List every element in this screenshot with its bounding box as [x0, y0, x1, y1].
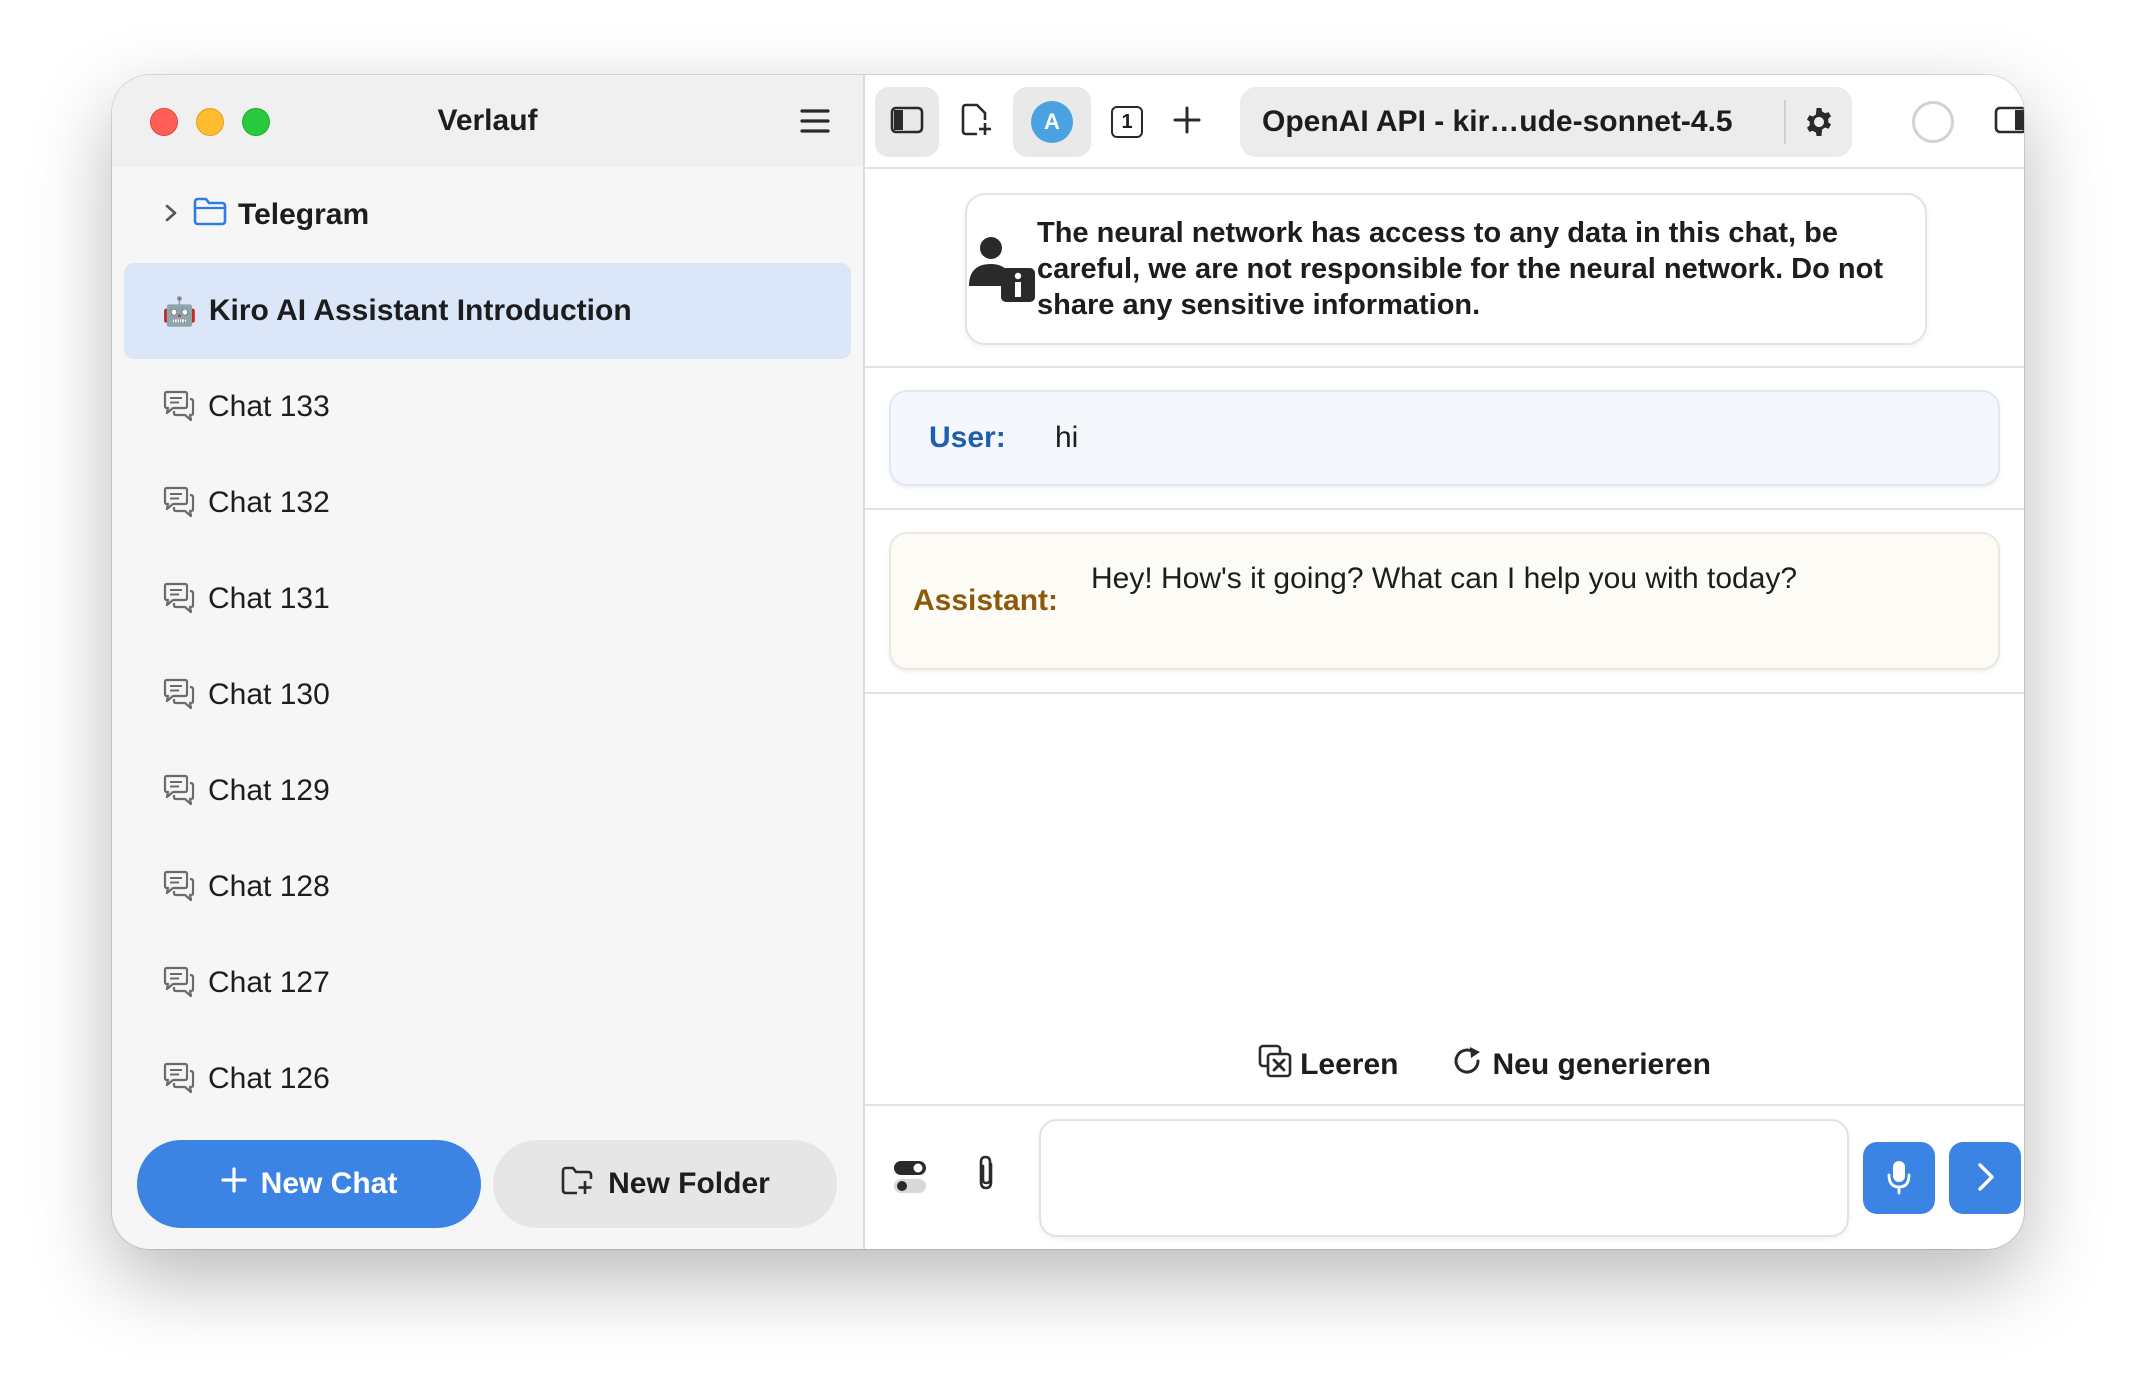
clear-label: Leeren [1300, 1048, 1399, 1081]
add-tab-button[interactable] [1161, 87, 1213, 157]
microphone-button[interactable] [1863, 1142, 1935, 1214]
chat-item-label: Kiro AI Assistant Introduction [208, 294, 632, 327]
model-selector[interactable]: OpenAI API - kir…ude-sonnet-4.5 [1240, 87, 1852, 157]
toggle-right-panel-button[interactable] [1981, 87, 2024, 157]
document-plus-icon [960, 103, 992, 142]
assistant-message-text: Hey! How's it going? What can I help you… [1091, 562, 1798, 595]
user-info-icon [967, 234, 1037, 304]
assistant-message-area: Assistant: Hey! How's it going? What can… [865, 532, 2024, 694]
toggle-switch-icon[interactable] [893, 1160, 927, 1199]
clear-button[interactable]: Leeren [1258, 1044, 1398, 1086]
chat-item[interactable]: Chat 132 [124, 455, 851, 551]
gear-icon[interactable] [1786, 87, 1852, 157]
app-window: Verlauf Telegram 🤖 Kiro AI Assistant Int… [112, 75, 2024, 1249]
chat-item-label: Chat 131 [208, 582, 330, 615]
message-actions: Leeren Neu generieren [865, 1035, 2024, 1095]
folder-telegram[interactable]: Telegram [124, 167, 851, 263]
chat-item-label: Chat 129 [208, 774, 330, 807]
chat-item[interactable]: Chat 131 [124, 551, 851, 647]
toggle-sidebar-button[interactable] [875, 87, 939, 157]
message-input[interactable] [1039, 1119, 1849, 1237]
sidebar-header: Verlauf [112, 75, 863, 167]
clear-icon [1258, 1044, 1292, 1086]
chat-item-label: Chat 130 [208, 678, 330, 711]
chat-bubbles-icon [162, 774, 196, 808]
assistant-message: Assistant: Hey! How's it going? What can… [889, 532, 2000, 670]
chat-bubbles-icon [162, 582, 196, 616]
robot-icon: 🤖 [162, 294, 197, 328]
chat-item[interactable]: Chat 126 [124, 1031, 851, 1127]
folder-name: Telegram [238, 198, 370, 231]
new-chat-label: New Chat [260, 1167, 398, 1200]
folder-icon [192, 196, 228, 234]
regenerate-label: Neu generieren [1492, 1048, 1711, 1081]
chat-bubbles-icon [162, 390, 196, 424]
status-circle-icon [1912, 101, 1954, 143]
send-button[interactable] [1949, 1142, 2021, 1214]
numbered-square-icon: 1 [1111, 106, 1143, 138]
tab-count: 1 [1121, 110, 1133, 133]
chat-item[interactable]: Chat 133 [124, 359, 851, 455]
chat-bubbles-icon [162, 1062, 196, 1096]
chat-item-label: Chat 126 [208, 1062, 330, 1095]
sidebar-left-icon [890, 106, 924, 139]
sidebar-right-icon [1994, 106, 2024, 139]
user-message-area: User: hi [865, 390, 2024, 510]
notice-text: The neural network has access to any dat… [1037, 217, 1883, 321]
sidebar: Verlauf Telegram 🤖 Kiro AI Assistant Int… [112, 75, 865, 1249]
sidebar-footer: New Chat New Folder [112, 1119, 863, 1249]
chat-item-label: Chat 132 [208, 486, 330, 519]
sidebar-title: Verlauf [437, 104, 538, 137]
chevron-right-icon [1972, 1161, 1998, 1196]
new-chat-button[interactable]: New Chat [137, 1140, 481, 1228]
chat-item-label: Chat 133 [208, 390, 330, 423]
tab-count-button[interactable]: 1 [1101, 87, 1153, 157]
chevron-right-icon[interactable] [160, 198, 182, 232]
composer [865, 1104, 2024, 1249]
chat-item[interactable]: Chat 130 [124, 647, 851, 743]
main-panel: A 1 OpenAI API - kir…ude-sonnet-4.5 The … [865, 75, 2024, 1249]
notice-area: The neural network has access to any dat… [865, 169, 2024, 368]
chat-bubbles-icon [162, 678, 196, 712]
new-folder-label: New Folder [608, 1167, 770, 1200]
paperclip-icon[interactable] [973, 1154, 1001, 1199]
chat-item-label: Chat 127 [208, 966, 330, 999]
status-circle-button[interactable] [1903, 87, 1963, 157]
chat-item[interactable]: Chat 127 [124, 935, 851, 1031]
chat-item-label: Chat 128 [208, 870, 330, 903]
chat-list: Telegram 🤖 Kiro AI Assistant Introductio… [124, 167, 851, 1127]
user-role-label: User: [929, 421, 1006, 454]
chat-item[interactable]: Chat 129 [124, 743, 851, 839]
assistant-role-label: Assistant: [913, 584, 1059, 617]
microphone-icon [1885, 1159, 1913, 1198]
avatar: A [1031, 101, 1073, 143]
regenerate-button[interactable]: Neu generieren [1450, 1044, 1711, 1086]
chat-item[interactable]: Chat 128 [124, 839, 851, 935]
model-label: OpenAI API - kir…ude-sonnet-4.5 [1262, 105, 1733, 138]
user-message-text: hi [1055, 421, 1079, 454]
user-message: User: hi [889, 390, 2000, 486]
account-button[interactable]: A [1013, 87, 1091, 157]
new-folder-button[interactable]: New Folder [493, 1140, 837, 1228]
chat-item-active[interactable]: 🤖 Kiro AI Assistant Introduction [124, 263, 851, 359]
chat-bubbles-icon [162, 966, 196, 1000]
chat-bubbles-icon [162, 486, 196, 520]
plus-icon [221, 1167, 247, 1201]
plus-icon [1172, 105, 1202, 140]
hamburger-menu-icon[interactable] [797, 103, 833, 139]
privacy-notice: The neural network has access to any dat… [965, 193, 1927, 345]
toolbar: A 1 OpenAI API - kir…ude-sonnet-4.5 [865, 75, 2024, 169]
chat-bubbles-icon [162, 870, 196, 904]
folder-plus-icon [560, 1165, 594, 1203]
refresh-icon [1450, 1044, 1484, 1086]
new-document-button[interactable] [949, 87, 1003, 157]
